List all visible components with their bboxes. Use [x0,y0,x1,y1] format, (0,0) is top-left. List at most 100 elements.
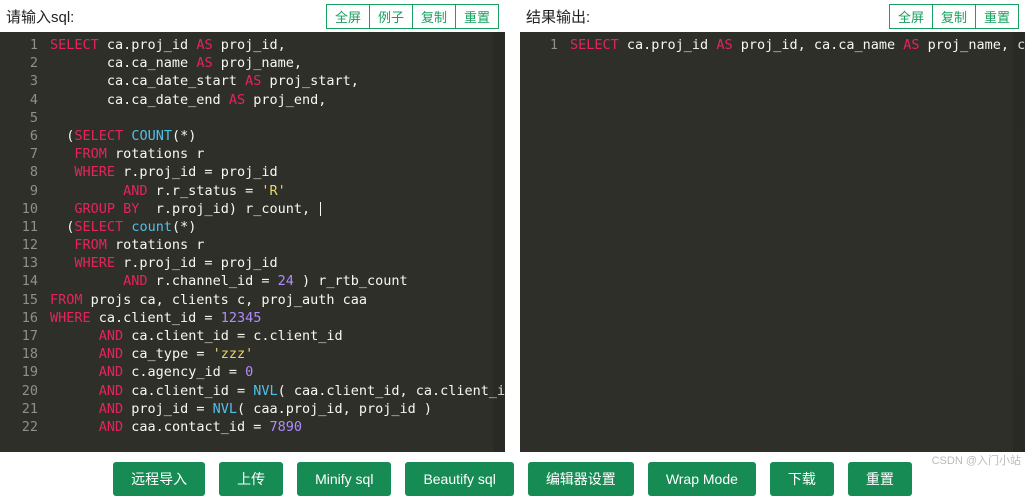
line-number: 12 [0,236,38,254]
input-button-group: 全屏例子复制重置 [326,4,499,29]
line-number: 20 [0,382,38,400]
token-kw: AND [99,364,123,380]
token-num: 0 [245,364,253,380]
token-id: proj_name, [213,55,302,71]
input-gutter: 12345678910111213141516171819202122 [0,32,44,452]
token-id: projs ca, clients c, proj_auth caa [83,292,367,308]
code-line: AND ca.client_id = c.client_id [50,327,501,345]
code-line: AND r.r_status = 'R' [50,182,501,200]
token-id [50,383,99,399]
line-number: 18 [0,345,38,363]
output-code-area: SELECT ca.proj_id AS proj_id, ca.ca_name… [564,32,1025,54]
footer-btn-5[interactable]: Wrap Mode [648,462,756,496]
token-id [115,201,123,217]
token-str: 'R' [261,183,285,199]
token-id: ca.ca_date_start [50,73,245,89]
code-line: AND caa.contact_id = 7890 [50,418,501,436]
code-line: FROM rotations r [50,145,501,163]
output-btn-2[interactable]: 重置 [975,4,1019,29]
line-number: 2 [0,54,38,72]
line-number: 16 [0,309,38,327]
input-editor[interactable]: 12345678910111213141516171819202122 SELE… [0,32,505,452]
watermark: CSDN @入门小站 [932,452,1021,468]
code-line: SELECT ca.proj_id AS proj_id, ca.ca_name… [570,36,1021,54]
token-fn: count [131,219,172,235]
input-btn-0[interactable]: 全屏 [326,4,370,29]
token-id: (*) [172,219,196,235]
token-kw: FROM [50,292,83,308]
footer-btn-1[interactable]: 上传 [219,462,283,496]
token-str: 'zzz' [213,346,254,362]
footer-btn-6[interactable]: 下载 [770,462,834,496]
line-number: 9 [0,182,38,200]
token-kw: GROUP [74,201,115,217]
footer-btn-4[interactable]: 编辑器设置 [528,462,634,496]
token-kw: AS [245,73,261,89]
token-id: proj_id, ca.ca_name [733,37,904,53]
token-kw: AS [716,37,732,53]
token-id: r.proj_id = proj_id [115,164,278,180]
token-id [50,401,99,417]
input-btn-2[interactable]: 复制 [412,4,456,29]
token-kw: AS [903,37,919,53]
token-fn: NVL [253,383,277,399]
output-button-group: 全屏复制重置 [889,4,1019,29]
line-number: 1 [520,36,558,54]
line-number: 11 [0,218,38,236]
footer-btn-3[interactable]: Beautify sql [405,462,513,496]
token-id [50,255,74,271]
footer-btn-2[interactable]: Minify sql [297,462,391,496]
line-number: 19 [0,363,38,381]
code-line: ca.ca_date_end AS proj_end, [50,91,501,109]
token-id: r.r_status = [148,183,262,199]
token-kw: WHERE [74,255,115,271]
code-line: ca.ca_name AS proj_name, [50,54,501,72]
code-line: AND proj_id = NVL( caa.proj_id, proj_id … [50,400,501,418]
token-id [50,328,99,344]
line-number: 13 [0,254,38,272]
token-id [50,273,123,289]
token-id: (*) [172,128,196,144]
token-id [50,183,123,199]
output-scrollbar[interactable] [1013,32,1025,452]
token-id: ca.client_id = [91,310,221,326]
output-editor[interactable]: 1 SELECT ca.proj_id AS proj_id, ca.ca_na… [520,32,1025,452]
line-number: 22 [0,418,38,436]
footer-btn-0[interactable]: 远程导入 [113,462,205,496]
token-id: proj_end, [245,92,326,108]
token-id: ca.ca_date_end [50,92,229,108]
code-line: AND ca.client_id = NVL( caa.client_id, c… [50,382,501,400]
code-line: WHERE r.proj_id = proj_id [50,254,501,272]
token-kw: AND [99,383,123,399]
token-kw: SELECT [570,37,619,53]
token-kw: SELECT [74,128,123,144]
line-number: 4 [0,91,38,109]
output-btn-0[interactable]: 全屏 [889,4,933,29]
line-number: 8 [0,163,38,181]
token-id: ca_type = [123,346,212,362]
token-kw: AND [99,419,123,435]
token-kw: SELECT [50,37,99,53]
input-code-area[interactable]: SELECT ca.proj_id AS proj_id, ca.ca_name… [44,32,505,436]
input-panel-header: 请输入sql: 全屏例子复制重置 [0,0,505,32]
code-line: AND r.channel_id = 24 ) r_rtb_count [50,272,501,290]
token-id: ( caa.proj_id, proj_id ) [237,401,432,417]
line-number: 17 [0,327,38,345]
token-kw: AS [196,55,212,71]
token-num: 12345 [221,310,262,326]
code-line: SELECT ca.proj_id AS proj_id, [50,36,501,54]
output-btn-1[interactable]: 复制 [932,4,976,29]
line-number: 14 [0,272,38,290]
code-line [50,109,501,127]
token-id [50,419,99,435]
token-kw: AS [229,92,245,108]
token-id [50,237,74,253]
footer-btn-7[interactable]: 重置 [848,462,912,496]
input-btn-1[interactable]: 例子 [369,4,413,29]
input-btn-3[interactable]: 重置 [455,4,499,29]
input-scrollbar[interactable] [493,32,505,452]
token-kw: WHERE [50,310,91,326]
token-id: ca.ca_name [50,55,196,71]
code-line: (SELECT COUNT(*) [50,127,501,145]
output-panel: 结果输出: 全屏复制重置 1 SELECT ca.proj_id AS proj… [520,0,1025,452]
